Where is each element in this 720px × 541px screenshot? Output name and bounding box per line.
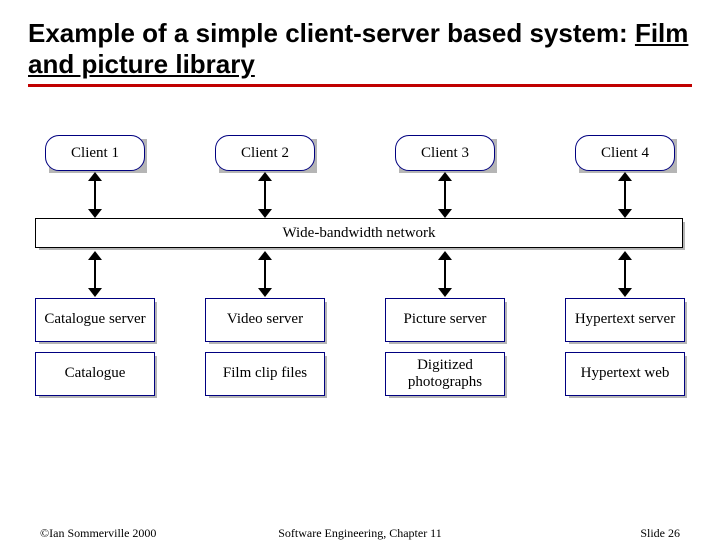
network-label: Wide-bandwidth network	[282, 225, 435, 242]
datastore-box: Catalogue	[35, 352, 155, 396]
network-bar: Wide-bandwidth network	[35, 218, 683, 248]
datastore-label: Catalogue	[65, 365, 126, 382]
client-label: Client 2	[241, 145, 289, 162]
client-box: Client 1	[45, 135, 145, 171]
client-label: Client 4	[601, 145, 649, 162]
arrow-icon	[618, 251, 632, 297]
arrow-icon	[438, 251, 452, 297]
arrow-icon	[258, 251, 272, 297]
client-label: Client 1	[71, 145, 119, 162]
datastore-box: Digitized photographs	[385, 352, 505, 396]
arrow-icon	[618, 172, 632, 218]
arrow-icon	[88, 172, 102, 218]
title-text-plain: Example of a simple client-server based …	[28, 18, 635, 48]
arrow-icon	[438, 172, 452, 218]
diagram: Client 1 Client 2 Client 3 Client 4 Wide…	[35, 130, 685, 460]
datastore-label: Film clip files	[223, 365, 307, 382]
footer-chapter: Software Engineering, Chapter 11	[0, 526, 720, 541]
datastore-box: Hypertext web	[565, 352, 685, 396]
client-box: Client 3	[395, 135, 495, 171]
arrow-icon	[88, 251, 102, 297]
datastore-box: Film clip files	[205, 352, 325, 396]
server-label: Video server	[227, 311, 303, 328]
client-box: Client 4	[575, 135, 675, 171]
server-box: Hypertext server	[565, 298, 685, 342]
server-box: Video server	[205, 298, 325, 342]
server-label: Picture server	[404, 311, 487, 328]
slide-title: Example of a simple client-server based …	[28, 18, 692, 80]
title-rule	[28, 84, 692, 87]
footer-slide-number: Slide 26	[640, 526, 680, 541]
server-box: Catalogue server	[35, 298, 155, 342]
client-box: Client 2	[215, 135, 315, 171]
server-label: Catalogue server	[44, 311, 145, 328]
server-box: Picture server	[385, 298, 505, 342]
slide: Example of a simple client-server based …	[0, 0, 720, 540]
datastore-label: Digitized photographs	[390, 357, 500, 392]
datastore-label: Hypertext web	[581, 365, 670, 382]
client-label: Client 3	[421, 145, 469, 162]
server-label: Hypertext server	[575, 311, 675, 328]
arrow-icon	[258, 172, 272, 218]
